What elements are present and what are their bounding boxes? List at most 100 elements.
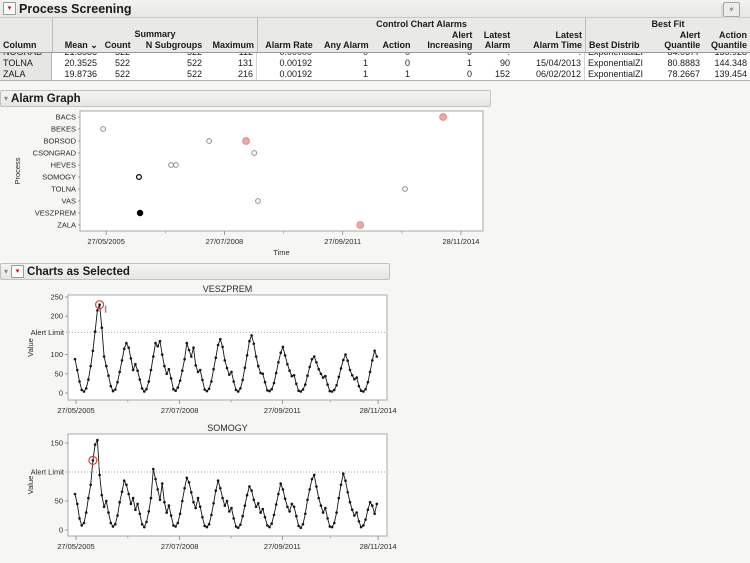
column-header[interactable]: LatestAlarm <box>475 30 513 52</box>
process-screening-window: ▾ Process Screening ✶ ColumnSummaryMean … <box>0 0 750 563</box>
category-label: ZALA <box>57 221 76 230</box>
group-header-label: Summary <box>53 28 257 40</box>
alarm-point <box>243 138 250 145</box>
column-header[interactable]: Maximum <box>205 40 257 52</box>
table-cell: 522 <box>100 69 133 80</box>
column-header[interactable]: LatestAlarm Time <box>513 30 585 52</box>
x-tick-label: 28/11/2014 <box>360 406 397 415</box>
table-cell: 90 <box>475 58 513 69</box>
alarm-graph-title: Alarm Graph <box>11 93 81 105</box>
disclosure-triangle-icon[interactable]: ▾ <box>4 95 8 103</box>
red-triangle-icon: ▾ <box>8 5 12 12</box>
category-label: SOMOGY <box>42 173 76 182</box>
warning-point <box>256 199 261 204</box>
process-summary-table: ColumnSummaryMean ⌄CountN SubgroupsMaxim… <box>0 18 750 81</box>
column-header[interactable]: Action <box>372 40 414 52</box>
warning-point <box>169 163 174 168</box>
group-header-label: Best Fit <box>586 18 750 30</box>
y-axis-title: Value <box>26 476 35 495</box>
table-cell: 522 <box>133 69 205 80</box>
warning-point <box>101 127 106 132</box>
table-cell: ExponentialZI <box>585 69 653 80</box>
x-tick-label: 27/07/2008 <box>161 542 199 551</box>
table-cell: 1 <box>315 58 371 69</box>
table-cell: 139.454 <box>703 69 750 80</box>
table-cell: 1 <box>315 69 371 80</box>
table-cell: 15/04/2013 <box>513 58 585 69</box>
table-cell: 522 <box>100 58 133 69</box>
selected-point <box>137 210 142 215</box>
x-tick-label: 27/05/2005 <box>57 406 95 415</box>
table-cell: 80.8883 <box>653 58 703 69</box>
disclosure-triangle-icon[interactable]: ▾ <box>4 268 8 276</box>
group-header-label <box>0 28 52 40</box>
column-header[interactable]: Alarm Rate <box>258 40 316 52</box>
chart-title: VESZPREM <box>203 284 253 294</box>
table-cell: 0 <box>371 58 413 69</box>
table-cell: 06/02/2012 <box>513 69 585 80</box>
y-tick-label: 250 <box>50 293 63 302</box>
table-cell: 522 <box>133 58 205 69</box>
table-cell: ExponentialZI <box>585 58 653 69</box>
alarm-graph-plot[interactable]: BACSBEKESBORSODCSONGRADHEVESSOMOGYTOLNAV… <box>0 106 520 258</box>
x-axis-title: Time <box>273 248 289 257</box>
somogy-control-chart[interactable]: SOMOGY050150Alert Limit27/05/200527/07/2… <box>0 420 420 560</box>
column-header[interactable]: Mean ⌄ <box>53 40 101 52</box>
red-triangle-menu-button[interactable]: ▾ <box>3 2 16 15</box>
category-label: BEKES <box>51 125 76 134</box>
column-header[interactable]: AlertIncreasing <box>414 30 476 52</box>
charts-selected-header[interactable]: ▾ ▾ Charts as Selected <box>0 263 390 280</box>
table-row[interactable]: ZALA19.87365225222160.0019211015206/02/2… <box>0 69 750 80</box>
category-label: VAS <box>62 197 76 206</box>
column-header[interactable]: ActionQuantile <box>703 30 750 52</box>
page-title: Process Screening <box>19 2 132 16</box>
y-tick-label: 0 <box>59 526 63 535</box>
row-label[interactable]: TOLNA <box>0 58 52 69</box>
table-cell: 152 <box>475 69 513 80</box>
y-axis-title: Process <box>13 157 22 184</box>
warning-point <box>252 151 257 156</box>
y-tick-label: 200 <box>50 312 63 321</box>
column-header[interactable]: Count <box>101 40 134 52</box>
category-label: VESZPREM <box>35 209 76 218</box>
alarm-graph-header[interactable]: ▾ Alarm Graph <box>0 90 491 107</box>
category-label: BACS <box>56 113 76 122</box>
category-label: CSONGRAD <box>33 149 77 158</box>
group-header-label: Control Chart Alarms <box>258 18 585 30</box>
table-row[interactable]: TOLNA20.35255225221310.001921019015/04/2… <box>0 58 750 69</box>
header-group: Best Fit Best DistribAlertQuantileActionQ… <box>585 18 750 52</box>
table-cell: 0 <box>413 69 475 80</box>
column-header[interactable]: Any Alarm <box>316 40 372 52</box>
column-header[interactable]: N Subgroups <box>134 40 206 52</box>
table-cell: 78.2667 <box>653 69 703 80</box>
header-group: SummaryMean ⌄CountN SubgroupsMaximum <box>52 18 257 52</box>
y-tick-label: 50 <box>55 497 63 506</box>
row-label[interactable]: ZALA <box>0 69 52 80</box>
table-header: ColumnSummaryMean ⌄CountN SubgroupsMaxim… <box>0 18 750 53</box>
y-tick-label: 100 <box>50 350 63 359</box>
x-tick-label: 27/05/2005 <box>57 542 95 551</box>
category-label: TOLNA <box>51 185 76 194</box>
charts-selected-title: Charts as Selected <box>27 266 130 278</box>
table-body: NOGRAD21.85865225221120.00000000..Expone… <box>0 53 750 80</box>
column-header[interactable]: Best Distrib <box>586 40 654 52</box>
x-tick-label: 27/07/2008 <box>161 406 199 415</box>
veszprem-control-chart[interactable]: VESZPREM050100200250Alert Limit27/05/200… <box>0 282 420 417</box>
alert-limit-label: Alert Limit <box>31 468 65 477</box>
table-cell: 144.348 <box>703 58 750 69</box>
column-header[interactable]: AlertQuantile <box>654 30 704 52</box>
chart-title: SOMOGY <box>207 423 248 433</box>
column-panel-icon[interactable]: ✶ <box>723 2 740 17</box>
table-cell: 1 <box>371 69 413 80</box>
red-triangle-menu-button[interactable]: ▾ <box>11 265 24 278</box>
table-cell: 1 <box>413 58 475 69</box>
column-header[interactable]: Column <box>0 40 52 52</box>
alarm-point <box>357 222 364 229</box>
category-label: HEVES <box>51 161 76 170</box>
table-cell: 0.00192 <box>257 69 315 80</box>
table-cell: 216 <box>205 69 257 80</box>
plot-frame <box>68 295 387 400</box>
x-tick-label: 27/07/2008 <box>206 237 244 246</box>
table-cell: 131 <box>205 58 257 69</box>
table-cell: 19.8736 <box>52 69 100 80</box>
